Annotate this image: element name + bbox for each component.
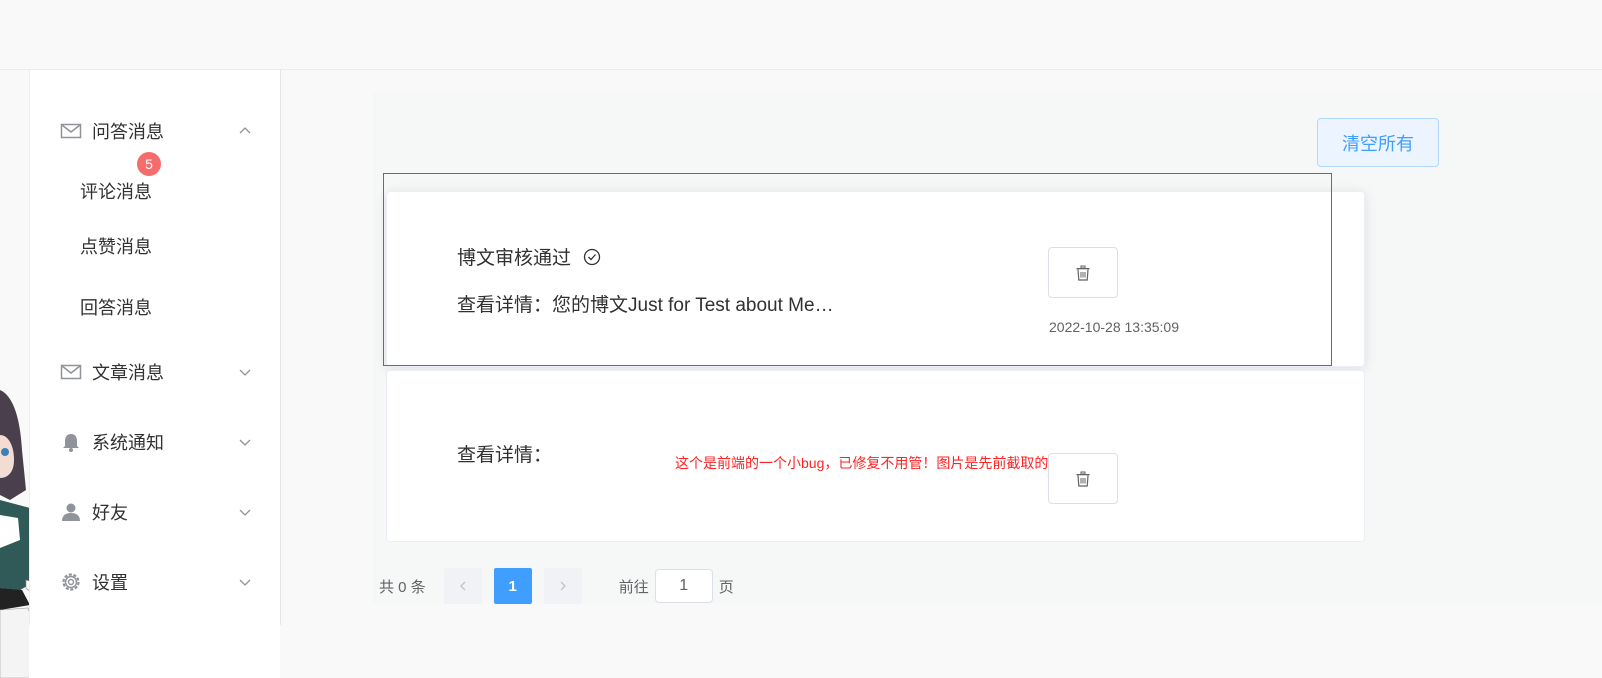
message-detail-link[interactable]: 查看详情：您的博文Just for Test about Me… bbox=[457, 290, 834, 317]
submenu-item-comments[interactable]: 评论消息 5 bbox=[30, 152, 280, 210]
bell-icon bbox=[63, 434, 79, 452]
top-bar bbox=[0, 0, 1602, 70]
unread-count-badge: 5 bbox=[137, 152, 161, 176]
submenu-item-label: 回答消息 bbox=[80, 298, 152, 318]
envelope-icon bbox=[60, 364, 82, 380]
menu-group-settings[interactable]: 设置 bbox=[30, 554, 280, 610]
user-icon bbox=[62, 503, 80, 521]
pagination: 共 0 条 1 前往 页 bbox=[379, 568, 734, 604]
chevron-up-icon bbox=[239, 127, 251, 134]
menu-group-label: 文章消息 bbox=[92, 363, 164, 383]
circle-check-icon bbox=[583, 248, 601, 265]
message-title-row: 博文审核通过 bbox=[457, 243, 601, 270]
menu-group-friends[interactable]: 好友 bbox=[30, 484, 280, 540]
submenu-item-likes[interactable]: 点赞消息 bbox=[30, 221, 280, 271]
message-detail-link[interactable]: 查看详情： bbox=[457, 440, 552, 467]
gear-icon bbox=[62, 573, 80, 591]
delete-message-button[interactable] bbox=[1048, 247, 1118, 298]
chevron-down-icon bbox=[239, 439, 251, 446]
next-page-button[interactable] bbox=[543, 568, 582, 604]
submenu-item-answers[interactable]: 回答消息 bbox=[30, 282, 280, 332]
page-number-button[interactable]: 1 bbox=[493, 568, 532, 604]
envelope-icon bbox=[60, 123, 82, 139]
trash-icon bbox=[1076, 471, 1090, 487]
menu-group-label: 设置 bbox=[92, 573, 128, 593]
menu-group-label: 问答消息 bbox=[92, 122, 164, 142]
chevron-right-icon bbox=[560, 581, 566, 591]
chevron-down-icon bbox=[239, 509, 251, 516]
message-card: 博文审核通过 查看详情：您的博文Just for Test about Me… … bbox=[386, 191, 1365, 367]
menu-group-label: 系统通知 bbox=[92, 433, 164, 453]
submenu-item-label: 评论消息 bbox=[80, 182, 152, 202]
menu-group-qa-messages[interactable]: 问答消息 bbox=[30, 103, 280, 159]
chevron-left-icon bbox=[459, 581, 466, 591]
menu-group-article-messages[interactable]: 文章消息 bbox=[30, 344, 280, 400]
annotation-note: 这个是前端的一个小bug，已修复不用管！图片是先前截取的 bbox=[675, 455, 1049, 471]
message-title: 博文审核通过 bbox=[457, 248, 572, 269]
menu-group-label: 好友 bbox=[92, 503, 128, 523]
delete-message-button[interactable] bbox=[1048, 453, 1118, 504]
sidebar-footer bbox=[29, 625, 280, 678]
message-timestamp: 2022-10-28 13:35:09 bbox=[1049, 319, 1179, 335]
goto-label: 前往 bbox=[618, 578, 649, 596]
prev-page-button[interactable] bbox=[443, 568, 482, 604]
menu-group-system-notice[interactable]: 系统通知 bbox=[30, 414, 280, 470]
sidebar-menu: 问答消息 评论消息 5 点赞消息 回答消息 文章消息 系统通知 好友 设置 bbox=[29, 70, 281, 625]
goto-page-input[interactable] bbox=[654, 569, 713, 603]
submenu-item-label: 点赞消息 bbox=[80, 237, 152, 257]
page-suffix-label: 页 bbox=[718, 578, 734, 596]
chevron-down-icon bbox=[239, 579, 251, 586]
pagination-total: 共 0 条 bbox=[379, 578, 426, 596]
trash-icon bbox=[1076, 265, 1090, 281]
chevron-down-icon bbox=[239, 369, 251, 376]
clear-all-button[interactable]: 清空所有 bbox=[1317, 118, 1439, 167]
